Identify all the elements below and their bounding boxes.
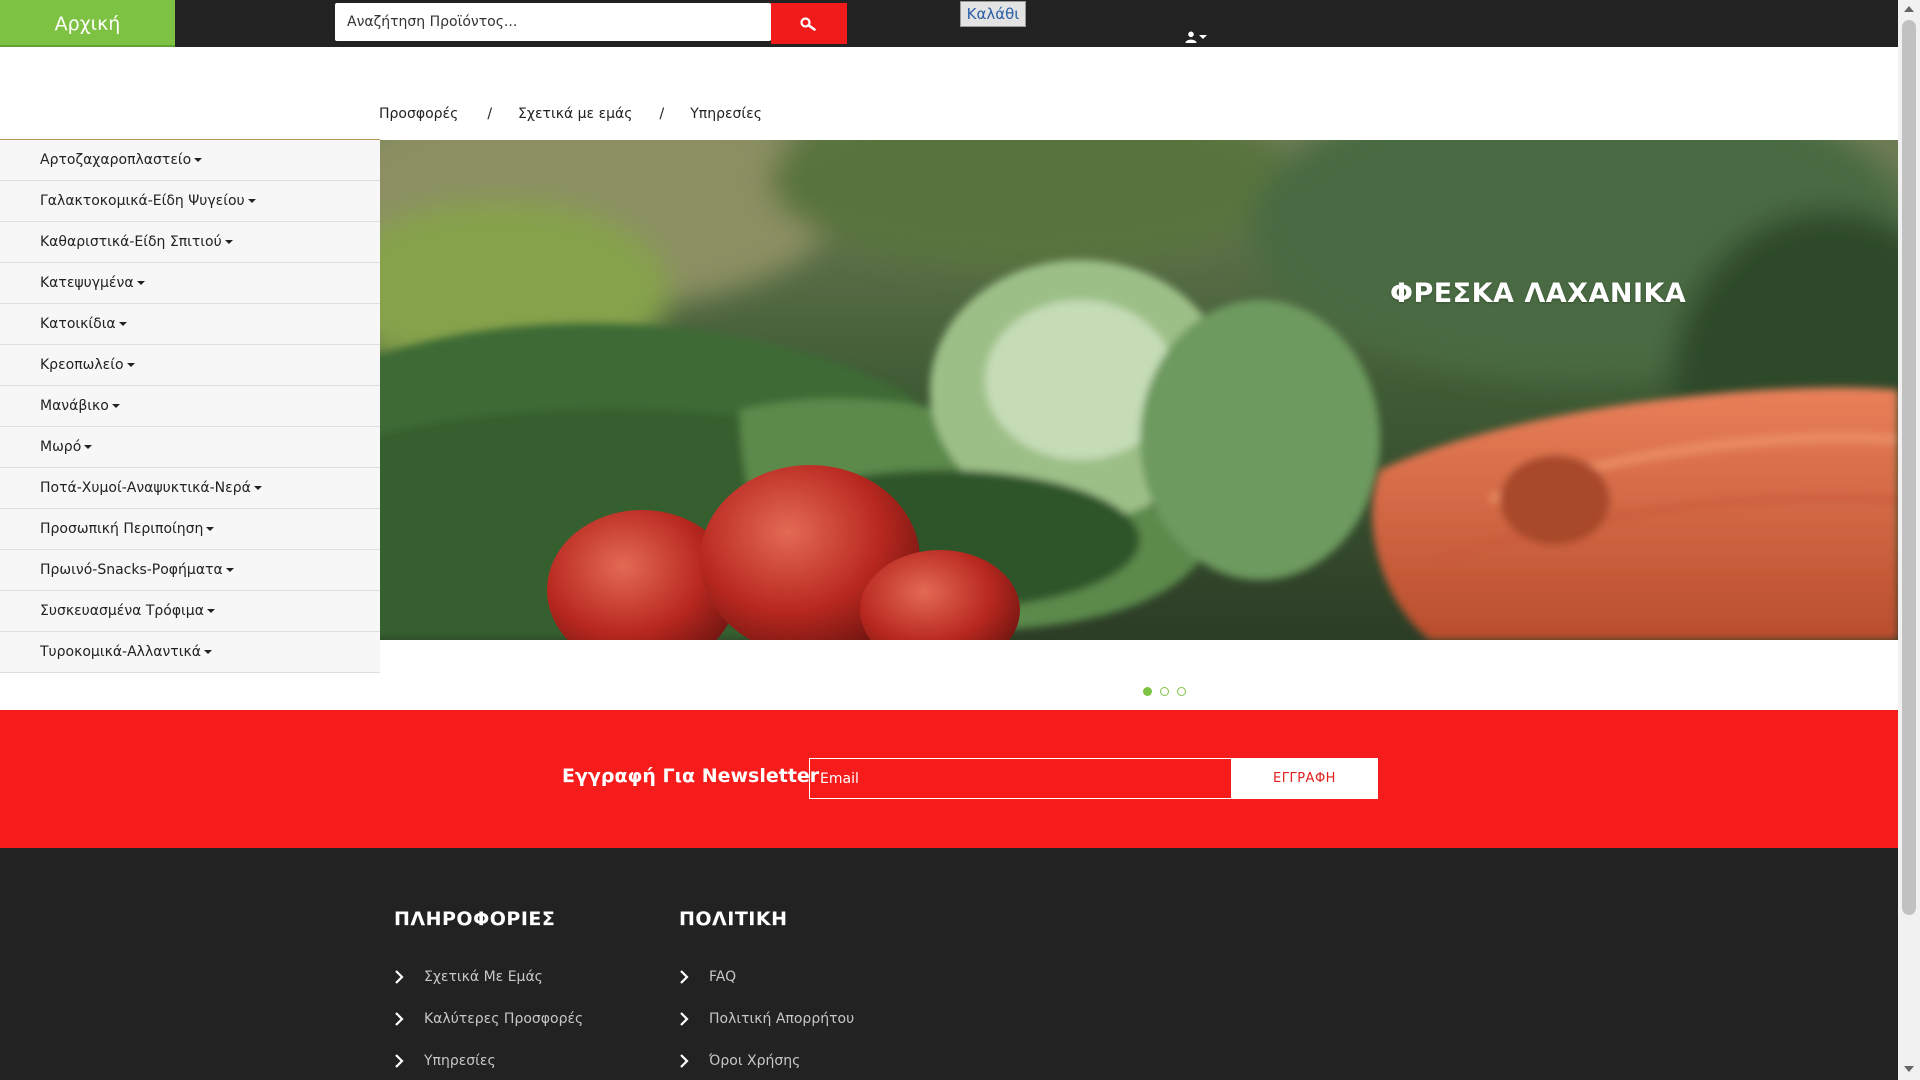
hero-slide[interactable]: ΦΡΕΣΚΑ ΛΑΧΑΝΙΚΑ xyxy=(380,140,1898,640)
hero-caption: ΦΡΕΣΚΑ ΛΑΧΑΝΙΚΑ xyxy=(1390,278,1687,309)
chevron-right-icon xyxy=(679,966,701,988)
top-bar: Αρχική Καλάθι xyxy=(0,0,1898,47)
nav-services-link[interactable]: Υπηρεσίες xyxy=(690,106,762,122)
category-label: Συσκευασμένα Τρόφιμα xyxy=(40,603,204,619)
slider-dot[interactable] xyxy=(1160,687,1169,696)
category-label: Ποτά-Χυμοί-Αναψυκτικά-Νερά xyxy=(40,480,251,496)
caret-down-icon xyxy=(118,322,127,326)
category-label: Αρτοζαχαροπλαστείο xyxy=(40,152,192,168)
footer-info-title: ΠΛΗΡΟΦΟΡΙΕΣ xyxy=(394,908,556,930)
caret-down-icon xyxy=(247,199,256,203)
user-icon xyxy=(1185,31,1197,43)
category-item[interactable]: Μωρό xyxy=(0,427,380,468)
category-label: Κατοικίδια xyxy=(40,316,116,332)
search-input[interactable] xyxy=(335,3,771,41)
scroll-down-arrow-icon[interactable] xyxy=(1904,1066,1914,1072)
footer-link-label: Σχετικά Με Εμάς xyxy=(424,969,543,985)
home-button[interactable]: Αρχική xyxy=(0,0,175,47)
chevron-right-icon xyxy=(679,1050,701,1072)
footer-link[interactable]: Σχετικά Με Εμάς xyxy=(394,966,583,988)
category-item[interactable]: Κατεψυγμένα xyxy=(0,263,380,304)
footer-link-label: Πολιτική Απορρήτου xyxy=(709,1011,855,1027)
caret-down-icon xyxy=(206,527,215,531)
caret-down-icon xyxy=(225,568,234,572)
caret-down-icon xyxy=(224,240,233,244)
category-item[interactable]: Τυροκομικά-Αλλαντικά xyxy=(0,632,380,673)
search-button[interactable] xyxy=(771,3,847,44)
category-label: Κατεψυγμένα xyxy=(40,275,134,291)
chevron-right-icon xyxy=(679,1008,701,1030)
footer-link[interactable]: FAQ xyxy=(679,966,854,988)
caret-down-icon xyxy=(203,650,212,654)
category-item[interactable]: Προσωπική Περιποίηση xyxy=(0,509,380,550)
chevron-right-icon xyxy=(394,1008,416,1030)
category-item[interactable]: Μανάβικο xyxy=(0,386,380,427)
footer-policy-column: ΠΟΛΙΤΙΚΗ FAQ Πολιτική Απορρήτου Όροι Χρή… xyxy=(679,908,854,1080)
footer-link-label: Όροι Χρήσης xyxy=(709,1053,801,1069)
nav-about-link[interactable]: Σχετικά με εμάς xyxy=(518,106,632,122)
slider-dots xyxy=(1143,687,1186,696)
category-item[interactable]: Κατοικίδια xyxy=(0,304,380,345)
category-item[interactable]: Ποτά-Χυμοί-Αναψυκτικά-Νερά xyxy=(0,468,380,509)
caret-down-icon xyxy=(1199,35,1207,39)
category-item[interactable]: Καθαριστικά-Είδη Σπιτιού xyxy=(0,222,380,263)
newsletter-subscribe-button[interactable]: ΕΓΓΡΑΦΗ xyxy=(1231,758,1378,799)
footer-link-label: Καλύτερες Προσφορές xyxy=(424,1011,584,1027)
chevron-right-icon xyxy=(394,1050,416,1072)
newsletter-section: Εγγραφή Για Newsletter ΕΓΓΡΑΦΗ xyxy=(0,710,1898,848)
nav-separator: / xyxy=(487,106,493,122)
category-label: Προσωπική Περιποίηση xyxy=(40,521,204,537)
category-label: Καθαριστικά-Είδη Σπιτιού xyxy=(40,234,222,250)
cart-button[interactable]: Καλάθι xyxy=(960,1,1026,27)
caret-down-icon xyxy=(111,404,120,408)
slider-dot[interactable] xyxy=(1177,687,1186,696)
caret-down-icon xyxy=(136,281,145,285)
caret-down-icon xyxy=(206,609,215,613)
scrollbar-thumb[interactable] xyxy=(1902,20,1916,915)
hero-vegetables-image xyxy=(380,140,1898,640)
category-item[interactable]: Πρωινό-Snacks-Ροφήματα xyxy=(0,550,380,591)
category-label: Μανάβικο xyxy=(40,398,109,414)
footer-policy-title: ΠΟΛΙΤΙΚΗ xyxy=(679,908,788,930)
caret-down-icon xyxy=(126,363,135,367)
main-nav: Προσφορές / Σχετικά με εμάς / Υπηρεσίες xyxy=(379,104,762,124)
category-item[interactable]: Αρτοζαχαροπλαστείο xyxy=(0,140,380,181)
caret-down-icon xyxy=(194,158,203,162)
footer-link[interactable]: Πολιτική Απορρήτου xyxy=(679,1008,854,1030)
slider-dot[interactable] xyxy=(1143,687,1152,696)
newsletter-email-input[interactable] xyxy=(809,758,1232,799)
category-label: Πρωινό-Snacks-Ροφήματα xyxy=(40,562,223,578)
search-icon xyxy=(800,16,816,31)
category-item[interactable]: Συσκευασμένα Τρόφιμα xyxy=(0,591,380,632)
scroll-up-arrow-icon[interactable] xyxy=(1904,6,1914,12)
footer-link[interactable]: Καλύτερες Προσφορές xyxy=(394,1008,583,1030)
page-scrollbar[interactable] xyxy=(1898,0,1920,1080)
category-label: Μωρό xyxy=(40,439,82,455)
caret-down-icon xyxy=(84,445,93,449)
category-item[interactable]: Κρεοπωλείο xyxy=(0,345,380,386)
footer-info-column: ΠΛΗΡΟΦΟΡΙΕΣ Σχετικά Με Εμάς Καλύτερες Πρ… xyxy=(394,908,583,1080)
category-label: Τυροκομικά-Αλλαντικά xyxy=(40,644,201,660)
chevron-right-icon xyxy=(394,966,416,988)
user-menu-button[interactable] xyxy=(1185,29,1209,45)
category-label: Κρεοπωλείο xyxy=(40,357,124,373)
footer-link-label: Υπηρεσίες xyxy=(424,1053,496,1069)
category-sidebar: Αρτοζαχαροπλαστείο Γαλακτοκομικά-Είδη Ψυ… xyxy=(0,140,380,673)
nav-separator: / xyxy=(659,106,665,122)
page: Αρχική Καλάθι Προσφορές / Σχετικά με εμά… xyxy=(0,0,1898,1080)
newsletter-title: Εγγραφή Για Newsletter xyxy=(562,765,820,787)
footer-link[interactable]: Όροι Χρήσης xyxy=(679,1050,854,1072)
footer-link-label: FAQ xyxy=(709,969,737,985)
nav-offers-link[interactable]: Προσφορές xyxy=(379,106,458,122)
footer-link[interactable]: Υπηρεσίες xyxy=(394,1050,583,1072)
caret-down-icon xyxy=(253,486,262,490)
footer: ΠΛΗΡΟΦΟΡΙΕΣ Σχετικά Με Εμάς Καλύτερες Πρ… xyxy=(0,848,1898,1080)
category-item[interactable]: Γαλακτοκομικά-Είδη Ψυγείου xyxy=(0,181,380,222)
category-label: Γαλακτοκομικά-Είδη Ψυγείου xyxy=(40,193,245,209)
